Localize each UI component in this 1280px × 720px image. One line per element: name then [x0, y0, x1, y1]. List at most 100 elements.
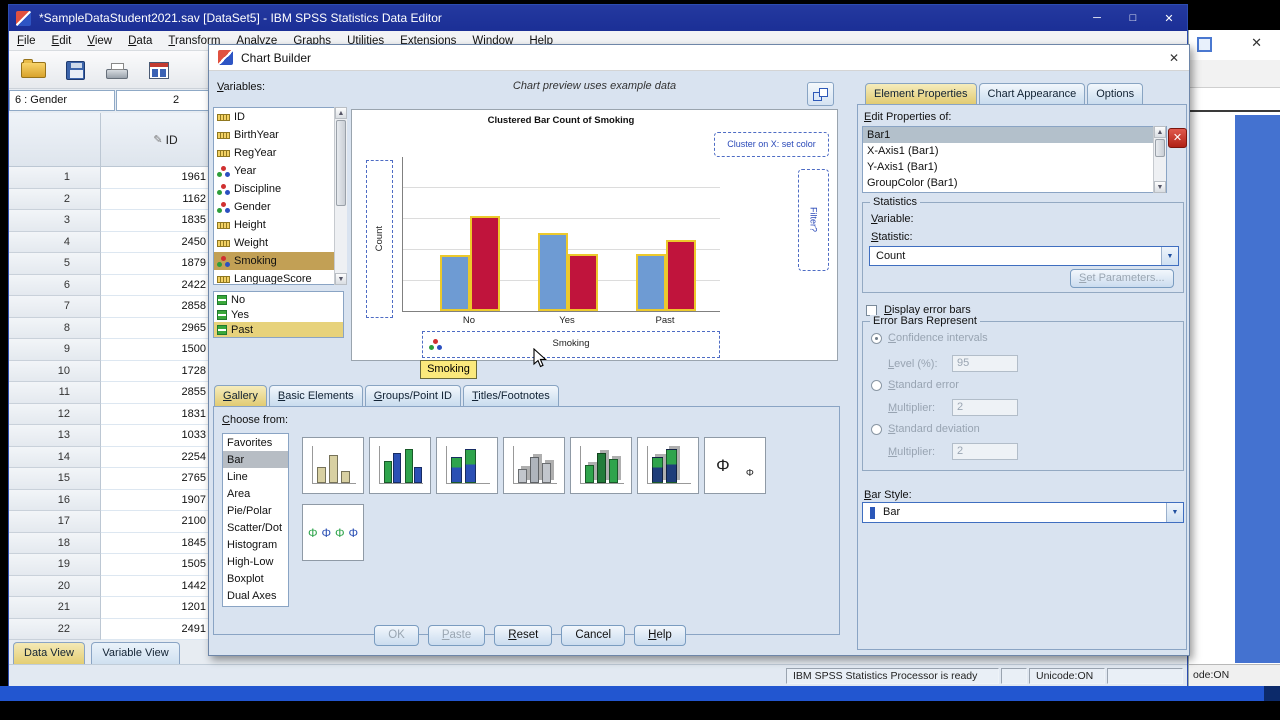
row-number[interactable]: 3	[9, 210, 101, 232]
open-data-icon[interactable]	[15, 54, 51, 86]
multiplier-input[interactable]: 2	[952, 399, 1018, 416]
row-number[interactable]: 15	[9, 468, 101, 490]
property-item-groupcolor-bar1[interactable]: GroupColor (Bar1)	[863, 175, 1166, 191]
dropdown-arrow-icon[interactable]: ▼	[1166, 503, 1183, 522]
category-item-past[interactable]: Past	[214, 322, 343, 337]
row-number[interactable]: 22	[9, 618, 101, 640]
remove-element-button[interactable]: ✕	[1168, 128, 1187, 148]
property-item-y-axis1-bar1[interactable]: Y-Axis1 (Bar1)	[863, 159, 1166, 175]
row-number[interactable]: 5	[9, 253, 101, 275]
property-item-bar1[interactable]: Bar1	[863, 127, 1166, 143]
variable-item-discipline[interactable]: Discipline	[214, 180, 346, 198]
row-number[interactable]: 6	[9, 274, 101, 296]
gallery-icon-simple-error-bar[interactable]: ΦΦ	[704, 437, 766, 494]
reset-button[interactable]: Reset	[494, 625, 553, 646]
row-number[interactable]: 18	[9, 532, 101, 554]
standard-error-radio[interactable]	[871, 379, 882, 391]
row-number[interactable]: 11	[9, 382, 101, 404]
confidence-intervals-radio[interactable]	[871, 332, 882, 344]
tab-groups-point-id[interactable]: Groups/Point ID	[364, 385, 461, 406]
variable-item-gender[interactable]: Gender	[214, 198, 346, 216]
menu-item-file[interactable]: File	[9, 33, 44, 49]
variable-item-year[interactable]: Year	[214, 162, 346, 180]
scroll-down-icon[interactable]: ▼	[1154, 181, 1166, 193]
row-number[interactable]: 17	[9, 511, 101, 533]
gallery-icon-stacked-3d-bar[interactable]	[637, 437, 699, 494]
cell-reference[interactable]: 6 : Gender	[9, 90, 115, 111]
filter-drop-zone[interactable]: Filter?	[798, 169, 829, 271]
row-number[interactable]: 20	[9, 575, 101, 597]
preview-bar-past-red[interactable]	[666, 240, 696, 311]
set-parameters-button[interactable]: Set Parameters...	[1070, 269, 1174, 288]
variables-scrollbar[interactable]: ▲ ▼	[334, 107, 347, 285]
preview-bar-no-red[interactable]	[470, 216, 500, 311]
row-number[interactable]: 7	[9, 296, 101, 318]
statistic-dropdown[interactable]: Count ▼	[869, 246, 1179, 266]
preview-bar-yes-blue[interactable]	[538, 233, 568, 311]
gallery-icon-clustered-error-bar[interactable]: ΦΦΦΦ	[302, 504, 364, 561]
background-close-icon[interactable]: ✕	[1251, 35, 1262, 51]
tab-gallery[interactable]: Gallery	[214, 385, 267, 406]
menu-item-data[interactable]: Data	[120, 33, 160, 49]
standard-deviation-radio[interactable]	[871, 423, 882, 435]
scroll-down-icon[interactable]: ▼	[335, 273, 347, 285]
row-number[interactable]: 1	[9, 167, 101, 189]
scroll-up-icon[interactable]: ▲	[335, 107, 347, 119]
variable-item-regyear[interactable]: RegYear	[214, 144, 346, 162]
ep-scrollbar[interactable]: ▲ ▼	[1153, 126, 1166, 193]
row-number[interactable]: 4	[9, 231, 101, 253]
preview-bar-past-blue[interactable]	[636, 254, 666, 311]
cluster-drop-zone[interactable]: Cluster on X: set color	[714, 132, 829, 157]
tab-titles-footnotes[interactable]: Titles/Footnotes	[462, 385, 559, 406]
level-input[interactable]: 95	[952, 355, 1018, 372]
tab-element-properties[interactable]: Element Properties	[865, 83, 977, 104]
maximize-icon[interactable]: □	[1115, 5, 1151, 31]
row-number[interactable]: 19	[9, 554, 101, 576]
gallery-icon-clustered-3d-bar[interactable]	[570, 437, 632, 494]
row-number[interactable]: 21	[9, 597, 101, 619]
row-number[interactable]: 9	[9, 339, 101, 361]
row-number[interactable]: 16	[9, 489, 101, 511]
gallery-type-area[interactable]: Area	[223, 485, 288, 502]
dialog-close-icon[interactable]: ✕	[1159, 51, 1189, 65]
tab-variable-view[interactable]: Variable View	[91, 642, 180, 664]
variable-item-smoking[interactable]: Smoking	[214, 252, 346, 270]
scroll-thumb[interactable]	[336, 120, 346, 206]
ok-button[interactable]: OK	[374, 625, 419, 646]
row-number[interactable]: 8	[9, 317, 101, 339]
category-item-yes[interactable]: Yes	[214, 307, 343, 322]
gallery-icon-stacked-bar[interactable]	[436, 437, 498, 494]
gallery-type-line[interactable]: Line	[223, 468, 288, 485]
tab-data-view[interactable]: Data View	[13, 642, 85, 664]
variable-item-height[interactable]: Height	[214, 216, 346, 234]
variable-item-id[interactable]: ID	[214, 108, 346, 126]
row-number[interactable]: 2	[9, 188, 101, 210]
preview-bar-yes-red[interactable]	[568, 254, 598, 311]
gallery-type-histogram[interactable]: Histogram	[223, 536, 288, 553]
paste-button[interactable]: Paste	[427, 625, 486, 646]
tab-chart-appearance[interactable]: Chart Appearance	[978, 83, 1086, 104]
menu-item-edit[interactable]: Edit	[44, 33, 80, 49]
row-number[interactable]: 10	[9, 360, 101, 382]
print-icon[interactable]	[99, 54, 135, 86]
y-axis-drop-zone[interactable]: Count	[366, 160, 393, 318]
gallery-type-pie-polar[interactable]: Pie/Polar	[223, 502, 288, 519]
variable-item-languagescore[interactable]: LanguageScore	[214, 270, 346, 284]
dropdown-arrow-icon[interactable]: ▼	[1161, 247, 1178, 265]
gallery-icon-simple-3d-bar[interactable]	[503, 437, 565, 494]
bar-style-dropdown[interactable]: Bar ▼	[862, 502, 1184, 523]
preview-bar-no-blue[interactable]	[440, 255, 470, 311]
gallery-icon-clustered-bar[interactable]	[369, 437, 431, 494]
minimize-icon[interactable]: ─	[1079, 5, 1115, 31]
close-icon[interactable]: ✕	[1151, 5, 1187, 31]
gallery-type-scatter-dot[interactable]: Scatter/Dot	[223, 519, 288, 536]
tab-basic-elements[interactable]: Basic Elements	[268, 385, 363, 406]
preview-transfer-icon[interactable]	[807, 82, 834, 106]
gallery-type-boxplot[interactable]: Boxplot	[223, 570, 288, 587]
row-number[interactable]: 12	[9, 403, 101, 425]
display-error-bars-checkbox[interactable]	[866, 304, 877, 316]
gallery-type-high-low[interactable]: High-Low	[223, 553, 288, 570]
gallery-type-dual-axes[interactable]: Dual Axes	[223, 587, 288, 604]
multiplier2-input[interactable]: 2	[952, 443, 1018, 460]
category-item-no[interactable]: No	[214, 292, 343, 307]
